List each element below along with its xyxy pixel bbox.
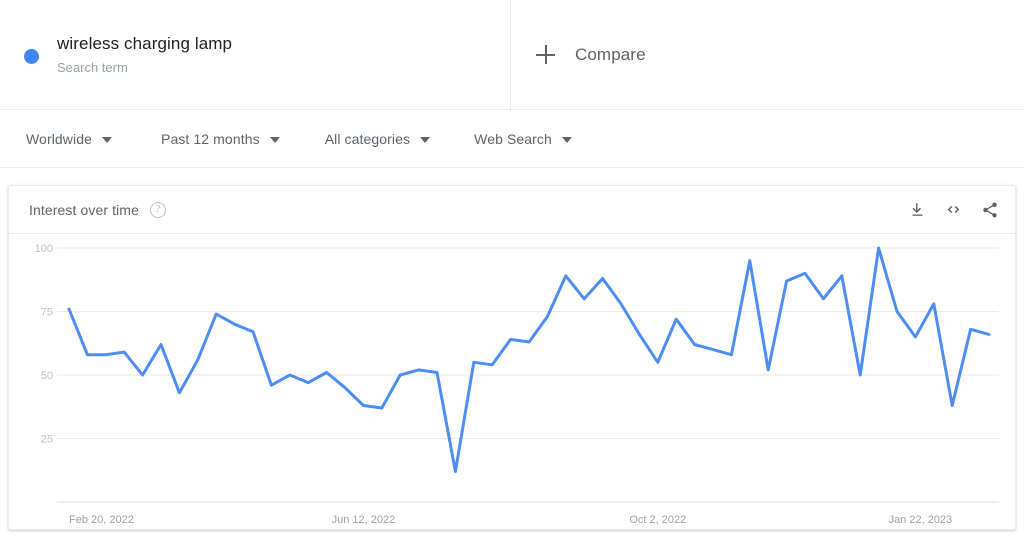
card-header: Interest over time ?	[9, 186, 1015, 234]
card-actions	[909, 200, 999, 219]
chart-x-tick: Feb 20, 2022	[69, 514, 134, 526]
search-term-bar: wireless charging lamp Search term Compa…	[0, 0, 1024, 110]
chart-x-tick: Jan 22, 2023	[889, 514, 953, 526]
filter-bar: Worldwide Past 12 months All categories …	[0, 110, 1024, 168]
chart-x-tick: Oct 2, 2022	[629, 514, 686, 526]
compare-cell: Compare	[511, 0, 1024, 109]
search-term-texts: wireless charging lamp Search term	[57, 33, 232, 78]
download-icon[interactable]	[909, 201, 926, 218]
chart-area[interactable]: 25 50 75 100 Feb 20, 2022 Jun 12, 2022 Oct 2,…	[9, 234, 1015, 530]
filter-search-type-label: Web Search	[474, 130, 552, 147]
chevron-down-icon	[269, 136, 280, 143]
help-circle-icon[interactable]: ?	[149, 201, 166, 218]
chart-series-line	[67, 246, 991, 473]
chevron-down-icon	[420, 136, 431, 143]
compare-label: Compare	[575, 44, 646, 64]
card-title: Interest over time	[29, 201, 139, 218]
chart-y-axis-labels: 25 50 75 100	[35, 243, 53, 446]
plus-icon	[536, 45, 555, 64]
chart-y-tick: 50	[41, 370, 53, 382]
search-term-title: wireless charging lamp	[57, 33, 233, 53]
chart-x-axis-labels: Feb 20, 2022 Jun 12, 2022 Oct 2, 2022 Jan 2…	[69, 514, 952, 526]
search-term-card[interactable]: wireless charging lamp Search term	[0, 0, 511, 110]
embed-code-icon[interactable]	[944, 200, 963, 219]
chart-x-tick: Jun 12, 2022	[332, 514, 396, 526]
filter-location[interactable]: Worldwide	[26, 131, 112, 147]
filter-time-range-label: Past 12 months	[161, 130, 260, 147]
chevron-down-icon	[561, 136, 572, 143]
chart-y-tick: 25	[41, 434, 53, 446]
interest-over-time-card: Interest over time ? 25 50 75 100 Feb 20…	[8, 185, 1016, 530]
chart-y-tick: 75	[41, 307, 53, 319]
add-comparison-button[interactable]: Compare	[536, 45, 646, 65]
filter-category[interactable]: All categories	[324, 130, 431, 147]
series-color-dot	[24, 48, 39, 64]
chevron-down-icon	[102, 136, 112, 143]
share-icon[interactable]	[981, 201, 999, 219]
chart-y-tick: 100	[35, 243, 53, 255]
google-trends-page: wireless charging lamp Search term Compa…	[0, 0, 1024, 539]
filter-time-range[interactable]: Past 12 months	[161, 131, 280, 147]
interest-over-time-chart[interactable]: 25 50 75 100 Feb 20, 2022 Jun 12, 2022 Oct 2,…	[9, 234, 1015, 530]
filter-search-type[interactable]: Web Search	[474, 131, 572, 147]
filter-category-label: All categories	[324, 130, 411, 147]
filter-location-label: Worldwide	[26, 130, 92, 147]
search-term-subtitle: Search term	[57, 59, 128, 75]
card-title-wrap: Interest over time ?	[29, 201, 166, 218]
